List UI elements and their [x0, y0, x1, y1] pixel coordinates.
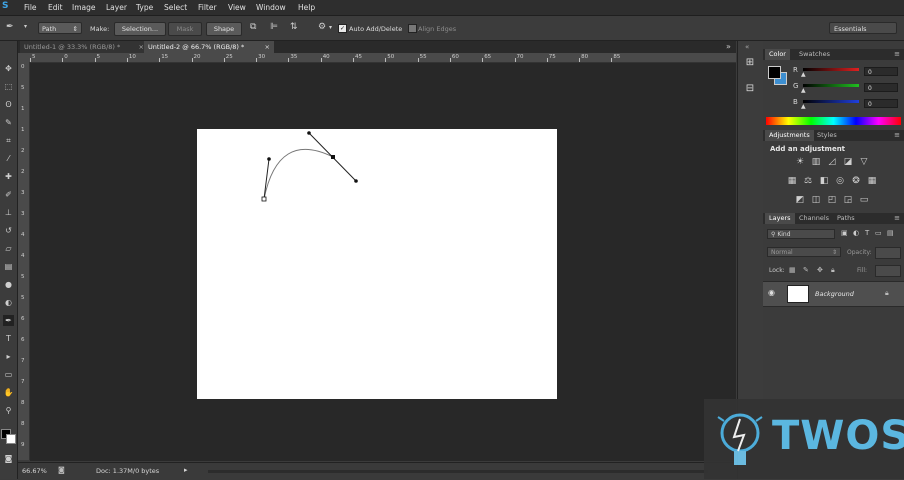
lock-image-icon[interactable]: ✎	[803, 266, 809, 274]
channel-b-slider[interactable]	[803, 100, 859, 103]
anchor-point[interactable]	[261, 196, 267, 202]
fill-field[interactable]	[875, 265, 901, 277]
filter-smart-object-icon[interactable]: ▤	[887, 229, 894, 237]
filter-shape-icon[interactable]: ▭	[875, 229, 882, 237]
filter-type-icon[interactable]: T	[865, 229, 869, 237]
bezier-path[interactable]	[263, 148, 334, 200]
selective-color-icon[interactable]: ◲	[843, 195, 853, 205]
opacity-field[interactable]	[875, 247, 901, 259]
lock-all-icon[interactable]: 🔒︎	[831, 266, 835, 275]
lock-label: Lock:	[769, 267, 785, 274]
color-spectrum-bar[interactable]	[766, 117, 901, 125]
status-bar: 66.67% ◙ Doc: 1.37M/0 bytes ▸	[18, 462, 736, 480]
layer-name[interactable]: Background	[815, 290, 854, 298]
opacity-label: Opacity:	[847, 249, 872, 256]
adjustments-title: Add an adjustment	[770, 145, 846, 153]
channel-b-label: B	[793, 98, 798, 106]
direction-handle[interactable]	[307, 131, 311, 135]
channel-r-slider[interactable]	[803, 68, 859, 71]
gradient-map-icon[interactable]: ▭	[859, 195, 869, 205]
color-balance-icon[interactable]: ⚖	[803, 176, 813, 186]
lightbulb-icon	[717, 413, 763, 465]
slider-thumb-icon[interactable]: ▲	[801, 103, 806, 110]
color-panel-tabs: Color Swatches ≡	[763, 49, 904, 60]
history-icon[interactable]: ⊞	[743, 57, 757, 71]
slider-thumb-icon[interactable]: ▲	[801, 87, 806, 94]
blend-mode-select[interactable]: Normal ⇕	[767, 247, 841, 257]
levels-icon[interactable]: ▥	[811, 157, 821, 167]
filter-pixel-icon[interactable]: ▣	[841, 229, 848, 237]
anchor-point-selected[interactable]	[331, 155, 335, 159]
vibrance-icon[interactable]: ▽	[859, 157, 869, 167]
filter-adjustment-icon[interactable]: ◐	[853, 229, 859, 237]
layer-filter-label: Kind	[777, 231, 791, 238]
watermark-logo: TWOS	[704, 399, 904, 479]
brightness-icon[interactable]: ☀	[795, 157, 805, 167]
direction-handle[interactable]	[354, 179, 358, 183]
layer-thumbnail	[787, 285, 809, 303]
adjustments-panel-tabs: Adjustments Styles ≡	[763, 130, 904, 141]
properties-icon[interactable]: ⊟	[743, 83, 757, 97]
channel-mixer-icon[interactable]: ❂	[851, 176, 861, 186]
collapse-arrows-icon[interactable]: «	[745, 43, 749, 51]
eye-icon[interactable]: ◉	[768, 288, 775, 297]
lock-position-icon[interactable]: ✥	[817, 266, 823, 274]
black-white-icon[interactable]: ◧	[819, 176, 829, 186]
channel-g-label: G	[793, 82, 799, 90]
channel-g-slider[interactable]	[803, 84, 859, 87]
blend-mode-label: Normal	[771, 249, 793, 256]
lock-icon: 🔒︎	[885, 289, 889, 297]
direction-handle[interactable]	[267, 157, 271, 161]
posterize-icon[interactable]: ◫	[811, 195, 821, 205]
status-menu-arrow-icon[interactable]: ▸	[184, 466, 188, 474]
layer-row[interactable]: ◉ Background 🔒︎	[763, 281, 904, 307]
slider-thumb-icon[interactable]: ▲	[801, 71, 806, 78]
direction-line	[263, 158, 270, 200]
watermark-text: TWOS	[772, 413, 904, 459]
exposure-icon[interactable]: ◪	[843, 157, 853, 167]
tab-channels[interactable]: Channels	[795, 213, 833, 224]
zoom-level[interactable]: 66.67%	[22, 467, 47, 475]
tab-adjustments[interactable]: Adjustments	[765, 130, 814, 141]
color-lookup-icon[interactable]: ▦	[867, 176, 877, 186]
lock-transparent-icon[interactable]: ▦	[789, 266, 796, 274]
panel-menu-icon[interactable]: ≡	[894, 214, 900, 222]
channel-b-value[interactable]: 0	[864, 99, 898, 108]
channel-r-label: R	[793, 66, 798, 74]
threshold-icon[interactable]: ◰	[827, 195, 837, 205]
photo-filter-icon[interactable]: ◎	[835, 176, 845, 186]
search-icon: ⚲	[771, 231, 776, 238]
tab-swatches[interactable]: Swatches	[795, 49, 834, 60]
panel-menu-icon[interactable]: ≡	[894, 131, 900, 139]
tab-layers[interactable]: Layers	[765, 213, 795, 224]
channel-r-value[interactable]: 0	[864, 67, 898, 76]
tab-color[interactable]: Color	[765, 49, 790, 60]
layer-filter-select[interactable]: ⚲ Kind	[767, 229, 835, 239]
status-info-icon[interactable]: ◙	[58, 466, 65, 474]
hue-saturation-icon[interactable]: ▦	[787, 176, 797, 186]
doc-size: Doc: 1.37M/0 bytes	[96, 467, 160, 475]
layers-panel-tabs: Layers Channels Paths ≡	[763, 213, 904, 224]
tab-paths[interactable]: Paths	[833, 213, 859, 224]
channel-g-value[interactable]: 0	[864, 83, 898, 92]
fill-label: Fill:	[857, 267, 868, 274]
foreground-color-chip[interactable]	[768, 66, 781, 79]
curves-icon[interactable]: ◿	[827, 157, 837, 167]
panel-menu-icon[interactable]: ≡	[894, 50, 900, 58]
horizontal-scrollbar[interactable]	[208, 470, 708, 473]
tab-styles[interactable]: Styles	[813, 130, 841, 141]
invert-icon[interactable]: ◩	[795, 195, 805, 205]
chevron-down-icon: ⇕	[831, 249, 837, 256]
